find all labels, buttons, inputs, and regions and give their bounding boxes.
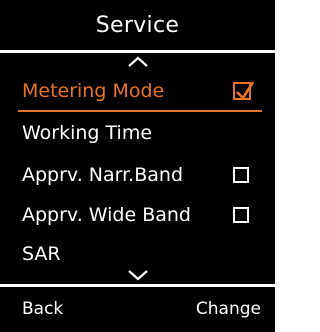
- menu-item-label: Apprv. Wide Band: [22, 204, 191, 226]
- checkbox-checked-icon[interactable]: [233, 81, 255, 101]
- phone-screen: Service Metering Mode Working Time Apprv…: [0, 0, 275, 332]
- chevron-down-icon[interactable]: [0, 266, 275, 284]
- page-title: Service: [95, 12, 180, 38]
- change-softkey[interactable]: Change: [196, 287, 261, 332]
- chevron-up-icon[interactable]: [0, 53, 275, 71]
- menu-item-label: Metering Mode: [22, 80, 165, 102]
- menu-item-apprv-wide-band[interactable]: Apprv. Wide Band: [0, 197, 275, 233]
- menu-item-working-time[interactable]: Working Time: [0, 115, 275, 151]
- menu-list: Metering Mode Working Time Apprv. Narr.B…: [0, 53, 275, 284]
- menu-item-metering-mode[interactable]: Metering Mode: [0, 73, 275, 112]
- softkey-bar: Back Change: [0, 284, 275, 332]
- checkbox-empty-icon[interactable]: [233, 167, 249, 183]
- menu-item-apprv-narr-band[interactable]: Apprv. Narr.Band: [0, 157, 275, 193]
- title-bar: Service: [0, 0, 275, 50]
- menu-item-label: Apprv. Narr.Band: [22, 164, 183, 186]
- back-softkey[interactable]: Back: [22, 287, 63, 332]
- checkbox-empty-icon[interactable]: [233, 207, 249, 223]
- menu-item-label: Working Time: [22, 122, 153, 144]
- selection-underline: [18, 110, 262, 112]
